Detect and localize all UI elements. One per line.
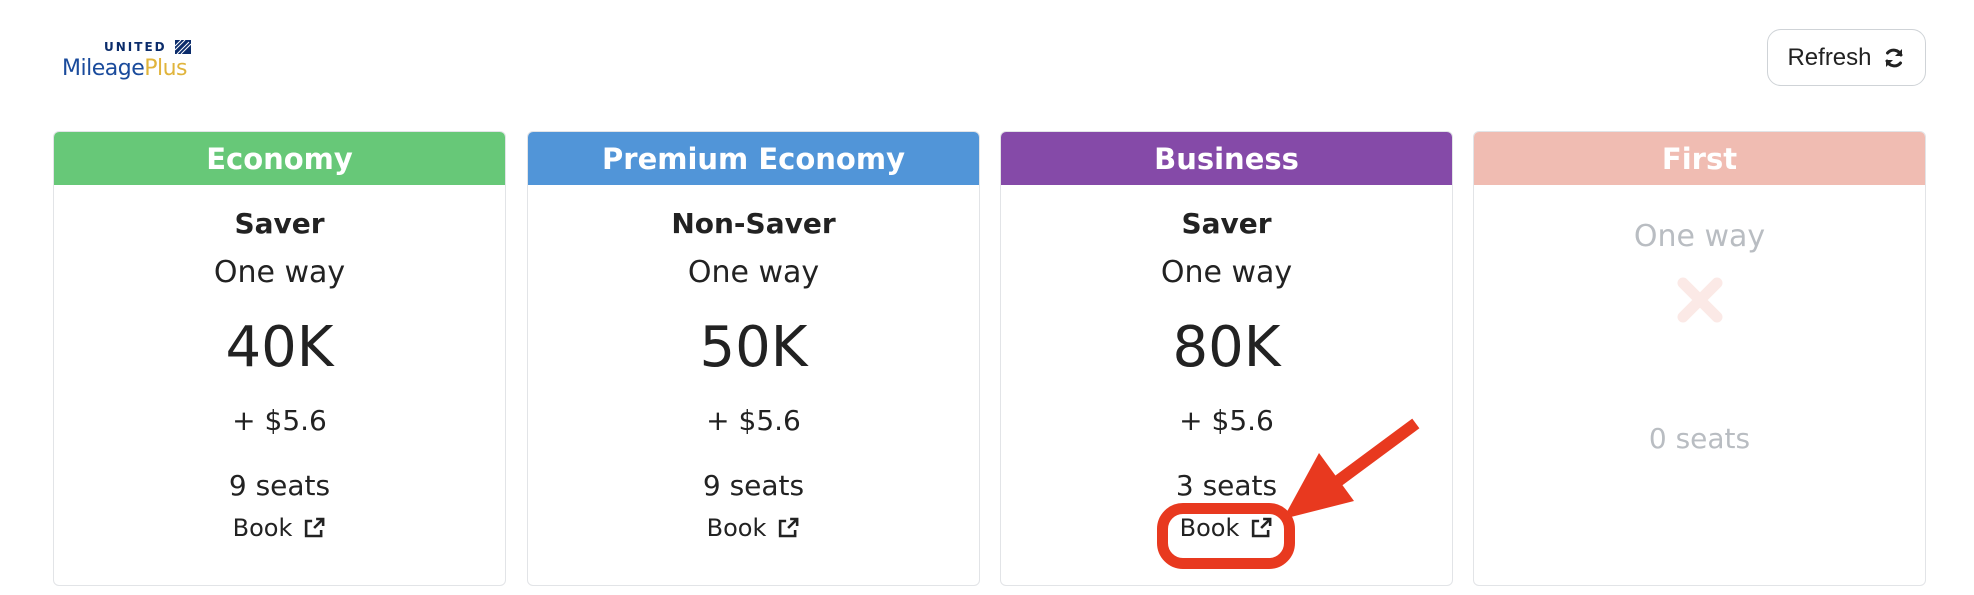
cabin-card-premium-economy: Premium Economy Non-Saver One way 50K + … (527, 131, 980, 586)
external-link-icon (779, 517, 799, 538)
globe-icon (175, 40, 191, 54)
book-label: Book (1179, 514, 1240, 542)
book-label: Book (232, 514, 293, 542)
seats-available: 9 seats (228, 469, 331, 502)
tax-amount: + $5.6 (1179, 404, 1274, 437)
trip-type: One way (1160, 255, 1293, 290)
cabin-header: First (1474, 132, 1925, 185)
trip-type: One way (213, 255, 346, 290)
refresh-icon (1885, 48, 1903, 67)
seats-available: 0 seats (1648, 422, 1751, 455)
seats-available: 3 seats (1175, 469, 1278, 502)
cabin-header: Economy (54, 132, 505, 185)
cabin-header: Premium Economy (528, 132, 979, 185)
cabin-card-business: Business Saver One way 80K + $5.6 3 seat… (1000, 131, 1453, 586)
unavailable-x-icon (1677, 277, 1722, 323)
miles-price: 80K (1172, 315, 1281, 380)
book-link-premium-economy[interactable]: Book (707, 514, 801, 542)
trip-type: One way (687, 255, 820, 290)
seats-available: 9 seats (702, 469, 805, 502)
fare-type: Non-Saver (671, 207, 836, 240)
external-link-icon (305, 517, 325, 538)
mileageplus-logo: UNITED MileagePlus (62, 36, 192, 86)
refresh-label: Refresh (1787, 43, 1872, 71)
fare-type: Saver (1181, 207, 1272, 240)
miles-price: 50K (699, 315, 808, 380)
cabin-card-economy: Economy Saver One way 40K + $5.6 9 seats… (53, 131, 506, 586)
tax-amount: + $5.6 (706, 404, 801, 437)
book-link-economy[interactable]: Book (233, 514, 327, 542)
cabin-card-first: First One way 0 seats (1473, 131, 1926, 586)
book-label: Book (706, 514, 767, 542)
logo-wordmark: MileagePlus (62, 56, 188, 81)
fare-type: Saver (234, 207, 325, 240)
cabin-header: Business (1001, 132, 1452, 185)
refresh-button[interactable]: Refresh (1767, 29, 1926, 86)
miles-price: 40K (225, 315, 334, 380)
external-link-icon (1252, 517, 1272, 538)
logo-united-text: UNITED (104, 40, 167, 54)
book-link-business[interactable]: Book (1180, 514, 1274, 542)
tax-amount: + $5.6 (232, 404, 327, 437)
trip-type: One way (1633, 219, 1766, 254)
